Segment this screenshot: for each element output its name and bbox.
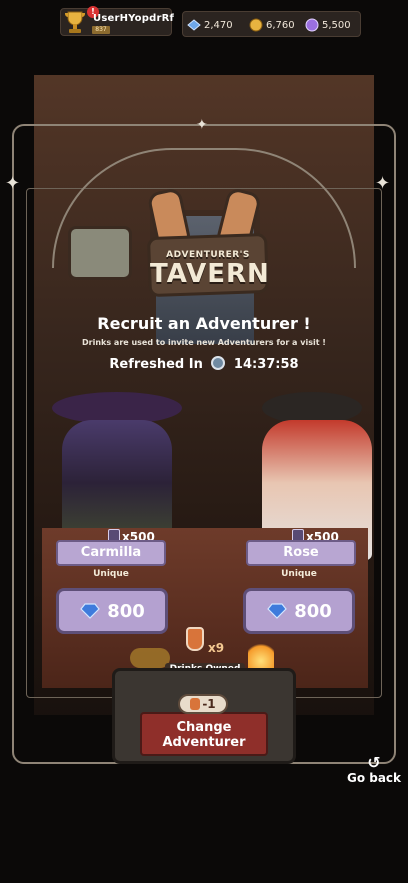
blue-gem-icon bbox=[80, 603, 101, 619]
blue-gem-icon bbox=[267, 603, 288, 619]
potion-icon bbox=[190, 698, 201, 710]
go-back-label: Go back bbox=[346, 771, 402, 785]
change-adventurer-button[interactable]: Change Adventurer bbox=[140, 712, 268, 756]
sign-bottom-text: TAVERN bbox=[150, 259, 270, 289]
username: UserHYopdrRf bbox=[93, 13, 175, 24]
drinks-count: x9 bbox=[208, 641, 225, 655]
back-arrow-icon: ↺ bbox=[367, 753, 381, 772]
gold-currency[interactable]: 6,760 bbox=[249, 17, 295, 33]
crystal-amount: 2,470 bbox=[204, 19, 233, 31]
refreshed-label: Refreshed In bbox=[109, 357, 203, 372]
recruit-subtitle: Drinks are used to invite new Adventurer… bbox=[82, 338, 326, 347]
top-bar: ! UserHYopdrRf 837 2,470 6,760 5,500 bbox=[0, 0, 408, 46]
go-back-button[interactable]: ↺ Go back bbox=[344, 753, 404, 786]
refresh-timer: 14:37:58 bbox=[233, 357, 299, 372]
change-cost: -1 bbox=[178, 694, 228, 714]
trophy-icon bbox=[65, 11, 85, 33]
hanging-mugs bbox=[68, 226, 132, 280]
recruit-title: Recruit an Adventurer ! bbox=[97, 314, 311, 333]
refresh-timer-row: Refreshed In 14:37:58 bbox=[0, 356, 408, 372]
fire-icon bbox=[248, 640, 274, 670]
change-label-line2: Adventurer bbox=[162, 735, 246, 750]
gold-coin-icon bbox=[249, 18, 263, 32]
trophy-count: 837 bbox=[92, 26, 110, 34]
potion-icon bbox=[186, 627, 204, 651]
gold-amount: 6,760 bbox=[266, 19, 295, 31]
sparkle-icon: ✦ bbox=[375, 173, 391, 194]
crystal-icon bbox=[187, 19, 201, 31]
coin-pile bbox=[130, 648, 170, 668]
rose-name-plate: Rose bbox=[246, 540, 356, 566]
crystal-currency[interactable]: 2,470 bbox=[187, 17, 233, 33]
currency-bar: 2,470 6,760 5,500 bbox=[182, 11, 361, 37]
carmilla-name-plate: Carmilla bbox=[56, 540, 166, 566]
gem-currency[interactable]: 5,500 bbox=[305, 17, 351, 33]
clock-icon bbox=[211, 356, 226, 370]
sparkle-icon: ✦ bbox=[196, 117, 208, 133]
rose-rarity: Unique bbox=[281, 569, 317, 579]
recruit-rose-button[interactable]: 800 bbox=[243, 588, 355, 634]
rose-price: 800 bbox=[294, 600, 332, 622]
recruit-carmilla-button[interactable]: 800 bbox=[56, 588, 168, 634]
change-label-line1: Change bbox=[176, 720, 232, 735]
tavern-sign-text: ADVENTURER'S TAVERN bbox=[150, 250, 270, 289]
purple-gem-icon bbox=[305, 18, 319, 32]
carmilla-price: 800 bbox=[107, 600, 145, 622]
sparkle-icon: ✦ bbox=[5, 173, 21, 194]
gem-amount: 5,500 bbox=[322, 19, 351, 31]
carmilla-rarity: Unique bbox=[93, 569, 129, 579]
